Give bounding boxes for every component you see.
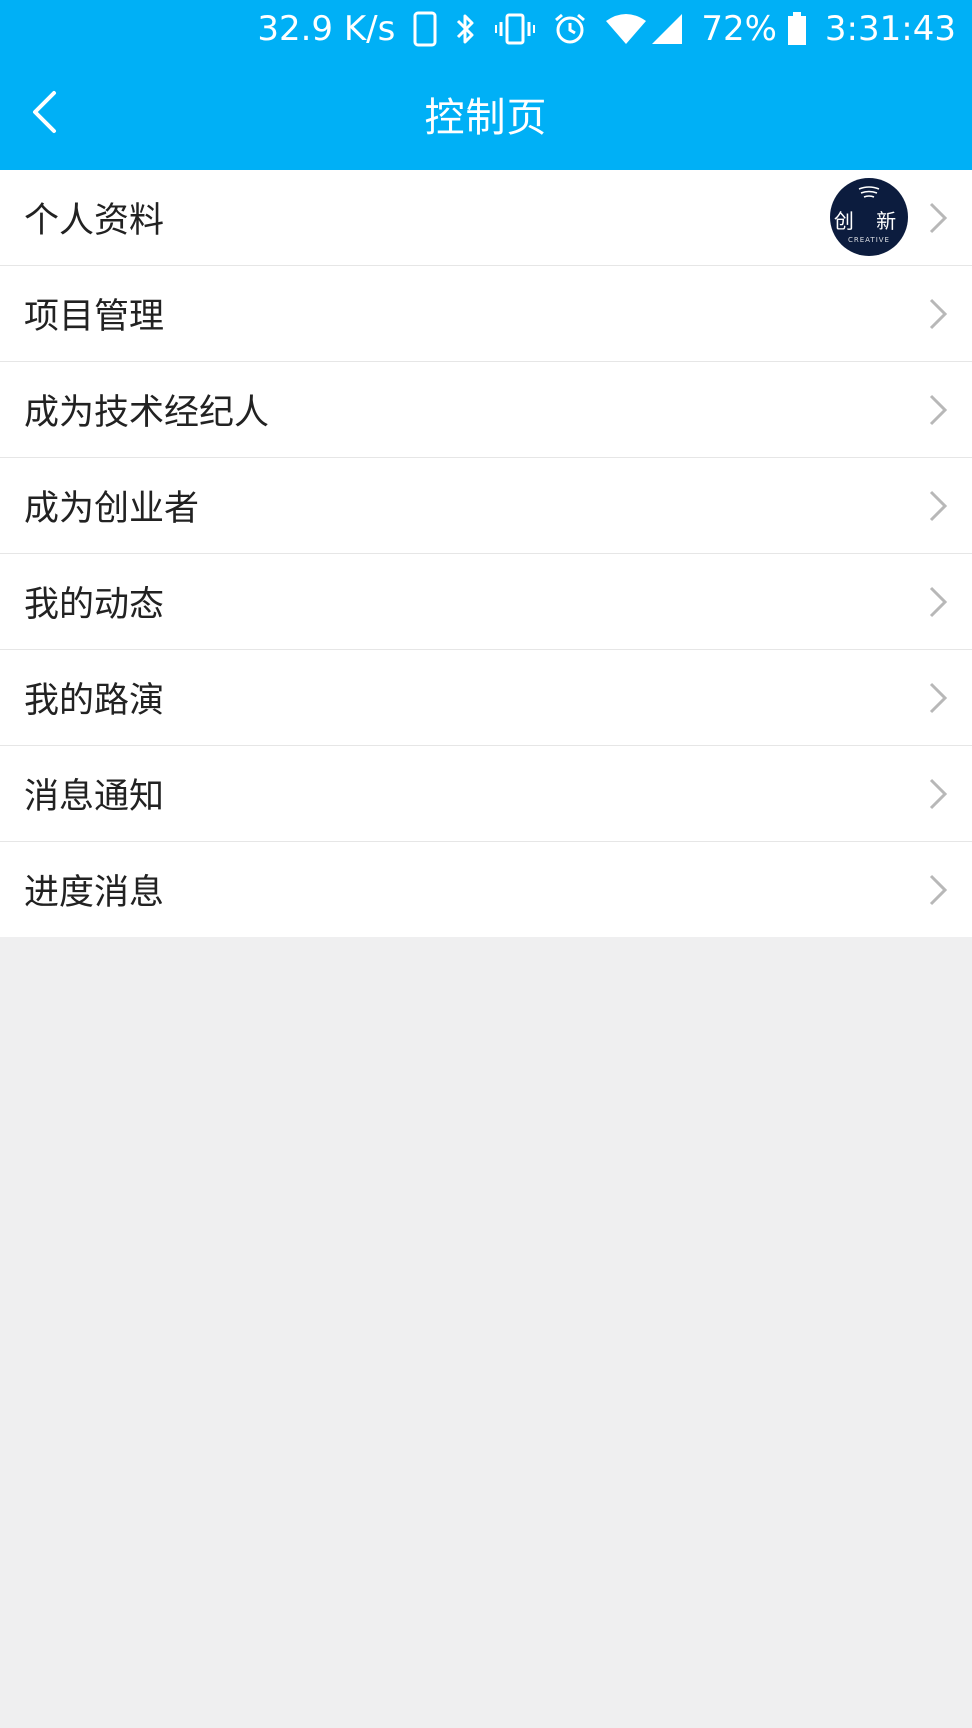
menu-item-label: 成为技术经纪人	[24, 393, 270, 433]
phone-icon	[413, 11, 437, 47]
menu-item-profile[interactable]: 个人资料 创 新 CREATIVE	[0, 170, 972, 266]
menu-item-label: 我的动态	[24, 585, 165, 625]
vibrate-icon	[495, 12, 536, 46]
app-bar: 控制页	[0, 58, 972, 170]
chevron-right-icon	[929, 682, 948, 714]
alarm-icon	[553, 12, 587, 46]
chevron-right-icon	[929, 778, 948, 810]
menu-item-become-entrepreneur[interactable]: 成为创业者	[0, 458, 972, 554]
menu-item-my-updates[interactable]: 我的动态	[0, 554, 972, 650]
menu-item-my-roadshow[interactable]: 我的路演	[0, 650, 972, 746]
menu-item-notifications[interactable]: 消息通知	[0, 746, 972, 842]
wifi-icon	[605, 13, 647, 45]
menu-item-project-management[interactable]: 项目管理	[0, 266, 972, 362]
menu-item-label: 进度消息	[24, 873, 165, 913]
menu-item-label: 项目管理	[24, 297, 165, 337]
chevron-right-icon	[929, 586, 948, 618]
status-bar: 32.9 K/s 72% 3:31:43	[0, 0, 972, 58]
signal-icon	[651, 13, 683, 45]
chevron-right-icon	[929, 874, 948, 906]
bluetooth-icon	[455, 12, 477, 46]
menu-item-label: 个人资料	[24, 201, 165, 241]
menu-item-become-tech-broker[interactable]: 成为技术经纪人	[0, 362, 972, 458]
chevron-right-icon	[929, 490, 948, 522]
battery-icon	[787, 12, 807, 46]
menu-list: 个人资料 创 新 CREATIVE 项目管理 成为技术经纪人 成为创业者 我的动…	[0, 170, 972, 937]
menu-item-progress-messages[interactable]: 进度消息	[0, 842, 972, 937]
network-speed: 32.9 K/s	[257, 9, 396, 49]
chevron-right-icon	[929, 394, 948, 426]
avatar-subtext: CREATIVE	[848, 235, 890, 244]
battery-percent: 72%	[701, 9, 777, 49]
menu-item-label: 我的路演	[24, 681, 165, 721]
page-title: 控制页	[424, 95, 548, 141]
avatar-text: 创 新	[833, 208, 905, 233]
clock-time: 3:31:43	[824, 9, 956, 49]
avatar: 创 新 CREATIVE	[830, 178, 908, 256]
menu-item-label: 成为创业者	[24, 489, 200, 529]
menu-item-label: 消息通知	[24, 777, 165, 817]
back-button[interactable]	[14, 84, 74, 144]
chevron-right-icon	[929, 202, 948, 234]
chevron-right-icon	[929, 298, 948, 330]
chevron-left-icon	[30, 90, 58, 138]
